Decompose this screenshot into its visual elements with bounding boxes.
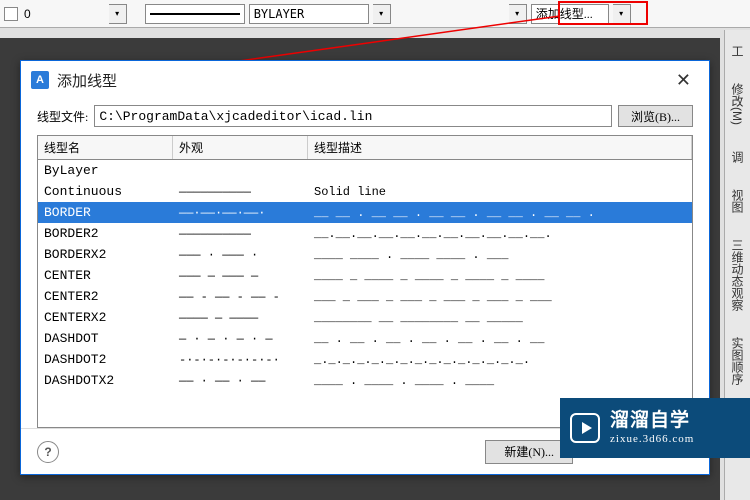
cell-appearance: —————————— [173, 184, 308, 200]
help-icon[interactable]: ? [37, 441, 59, 463]
cell-name: BORDERX2 [38, 246, 173, 263]
watermark-url: zixue.3d66.com [610, 433, 694, 446]
cell-desc: __ . __ . __ . __ . __ . __ . __ [308, 331, 692, 347]
cell-appearance: ——·——·——·——· [173, 205, 308, 221]
close-icon[interactable]: ✕ [668, 66, 699, 95]
cell-desc: _._._._._._._._._._._._._._._. [308, 352, 692, 368]
cell-name: DASHDOTX2 [38, 372, 173, 389]
dialog-titlebar: A 添加线型 ✕ [21, 61, 709, 99]
cell-appearance: —— - —— - —— - [173, 289, 308, 305]
app-icon: A [31, 71, 49, 89]
table-row[interactable]: DASHDOT2-·-·-·-·-·-·-·_._._._._._._._._.… [38, 349, 692, 370]
linetype-combo-label: BYLAYER [254, 7, 305, 21]
side-tab[interactable]: 调 [726, 144, 749, 170]
spacer-dropdown[interactable]: ▾ [509, 4, 527, 24]
table-row[interactable]: BORDERX2——— · ——— ·____ ____ . ____ ____… [38, 244, 692, 265]
cell-desc [308, 170, 692, 172]
browse-button[interactable]: 浏览(B)... [618, 105, 693, 127]
col-description[interactable]: 线型描述 [308, 136, 692, 159]
play-icon [570, 413, 600, 443]
cell-desc: Solid line [308, 184, 692, 200]
linetype-file-input[interactable]: C:\ProgramData\xjcadeditor\icad.lin [94, 105, 612, 127]
cell-appearance: ——— · ——— · [173, 247, 308, 263]
linetype-dropdown[interactable]: ▾ [373, 4, 391, 24]
linetype-combo[interactable]: BYLAYER [249, 4, 369, 24]
layer-checkbox[interactable] [4, 7, 18, 21]
cell-desc: ________ __ ________ __ _____ [308, 310, 692, 326]
table-row[interactable]: CENTER2—— - —— - —— -___ _ ___ _ ___ _ _… [38, 286, 692, 307]
side-tab[interactable]: 实图顺序 [726, 330, 749, 392]
side-tab[interactable]: 三维动态观察 [726, 232, 749, 318]
cell-name: Continuous [38, 183, 173, 200]
cell-name: DASHDOT2 [38, 351, 173, 368]
layer-dropdown[interactable]: ▾ [109, 4, 127, 24]
table-row[interactable]: Continuous——————————Solid line [38, 181, 692, 202]
cell-desc: ____ . ____ . ____ . ____ [308, 373, 692, 389]
table-row[interactable]: ByLayer [38, 160, 692, 181]
side-tab[interactable]: 工 [726, 38, 749, 64]
table-row[interactable]: CENTERX2———— — ————________ __ ________ … [38, 307, 692, 328]
cell-name: CENTERX2 [38, 309, 173, 326]
cell-name: CENTER2 [38, 288, 173, 305]
dialog-title: 添加线型 [57, 70, 117, 91]
file-label: 线型文件: [37, 108, 88, 125]
cell-desc: ____ _ ____ _ ____ _ ____ _ ____ [308, 268, 692, 284]
col-appearance[interactable]: 外观 [173, 136, 308, 159]
layer-zero-label: 0 [24, 7, 31, 21]
cell-name: DASHDOT [38, 330, 173, 347]
cell-appearance [173, 170, 308, 172]
cell-appearance: — · — · — · — [173, 331, 308, 347]
annotation-highlight [558, 1, 648, 25]
cell-name: BORDER2 [38, 225, 173, 242]
cell-appearance: —————————— [173, 226, 308, 242]
side-tab[interactable]: 视图 [726, 182, 749, 220]
cell-desc: ___ _ ___ _ ___ _ ___ _ ___ _ ___ [308, 289, 692, 305]
cell-desc: __ __ . __ __ . __ __ . __ __ . __ __ . [308, 205, 692, 221]
cell-name: BORDER [38, 204, 173, 221]
table-row[interactable]: CENTER——— — ——— —____ _ ____ _ ____ _ __… [38, 265, 692, 286]
table-row[interactable]: BORDER2——————————__.__.__.__.__.__.__.__… [38, 223, 692, 244]
cell-name: CENTER [38, 267, 173, 284]
col-name[interactable]: 线型名 [38, 136, 173, 159]
table-row[interactable]: DASHDOT— · — · — · —__ . __ . __ . __ . … [38, 328, 692, 349]
cell-appearance: -·-·-·-·-·-·-· [173, 352, 308, 368]
cell-appearance: ——— — ——— — [173, 268, 308, 284]
table-header: 线型名 外观 线型描述 [38, 136, 692, 160]
side-tab[interactable]: 修改(M) [726, 76, 749, 132]
cell-desc: ____ ____ . ____ ____ . ___ [308, 247, 692, 263]
cell-appearance: ———— — ———— [173, 310, 308, 326]
linetype-swatch[interactable] [145, 4, 245, 24]
table-row[interactable]: BORDER——·——·——·——·__ __ . __ __ . __ __ … [38, 202, 692, 223]
table-row[interactable]: DASHDOTX2—— · —— · ——____ . ____ . ____ … [38, 370, 692, 391]
watermark-title: 溜溜自学 [610, 410, 694, 433]
cell-appearance: —— · —— · —— [173, 373, 308, 389]
cell-name: ByLayer [38, 162, 173, 179]
cell-desc: __.__.__.__.__.__.__.__.__.__.__. [308, 226, 692, 242]
linetype-table: 线型名 外观 线型描述 ByLayerContinuous——————————S… [37, 135, 693, 428]
watermark: 溜溜自学 zixue.3d66.com [560, 398, 750, 458]
